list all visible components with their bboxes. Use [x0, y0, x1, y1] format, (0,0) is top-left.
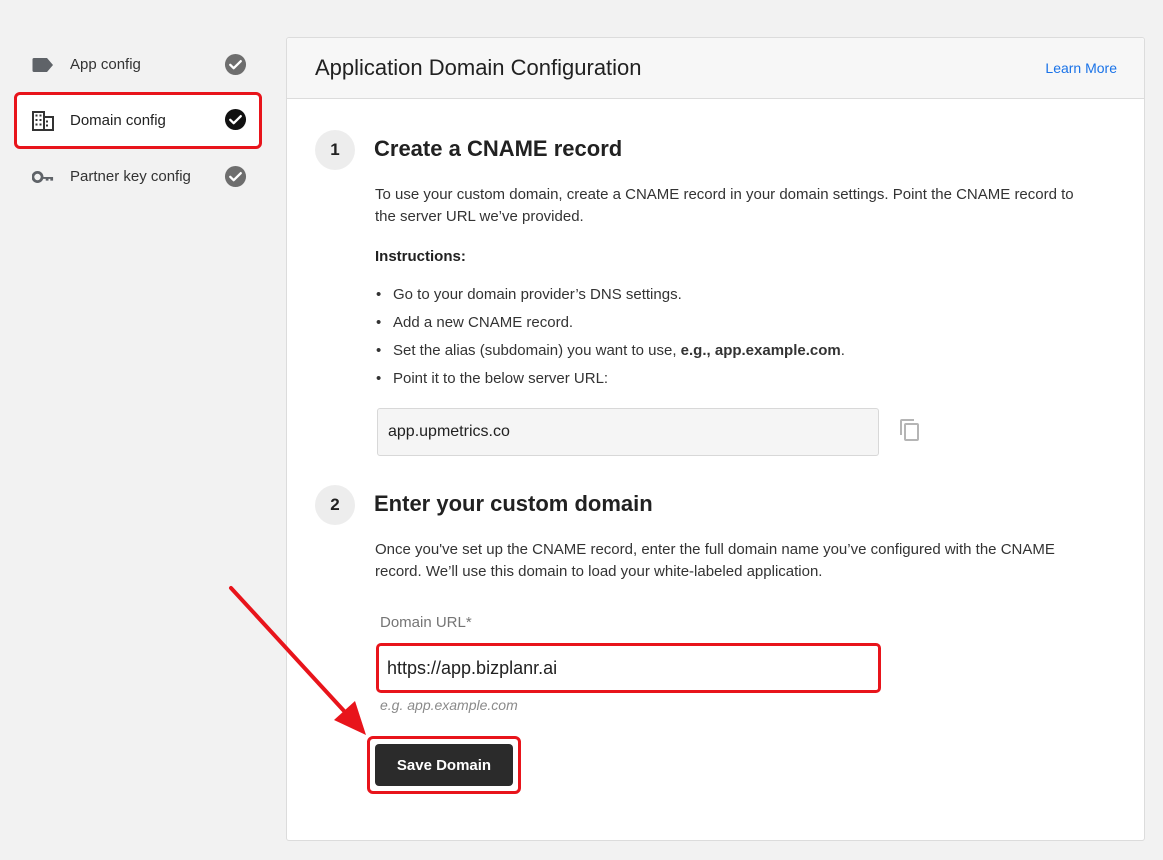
list-item-text: .: [840, 342, 845, 359]
domain-url-field-wrapper: [376, 643, 881, 693]
save-button-highlight: Save Domain: [367, 736, 521, 794]
domain-url-hint: e.g. app.example.com: [380, 697, 518, 713]
example-domain: e.g., app.example.com: [680, 342, 841, 359]
learn-more-link[interactable]: Learn More: [1045, 60, 1117, 76]
list-item-text: Set the alias (subdomain) you want to us…: [393, 342, 681, 359]
server-url-field: app.upmetrics.co: [377, 408, 879, 456]
check-circle-icon: [224, 165, 247, 188]
sidebar-item-domain-config[interactable]: Domain config: [14, 92, 262, 149]
list-item: Set the alias (subdomain) you want to us…: [375, 340, 845, 368]
list-item: Add a new CNAME record.: [375, 312, 845, 340]
step-2-description: Once you've set up the CNAME record, ent…: [375, 541, 1055, 580]
step-title: Enter your custom domain: [374, 491, 653, 516]
save-domain-button[interactable]: Save Domain: [375, 744, 513, 786]
sidebar-item-app-config[interactable]: App config: [14, 37, 262, 92]
label-tag-icon: [32, 54, 54, 76]
instructions-list: Go to your domain provider’s DNS setting…: [375, 284, 845, 396]
sidebar: App config Domain config Partner key con…: [14, 37, 262, 204]
card-header: Application Domain Configuration Learn M…: [287, 38, 1144, 99]
check-circle-icon: [224, 53, 247, 76]
step-1-description: To use your custom domain, create a CNAM…: [375, 186, 1074, 225]
list-item: Go to your domain provider’s DNS setting…: [375, 284, 845, 312]
sidebar-item-label: Partner key config: [70, 168, 191, 185]
list-item: Point it to the below server URL:: [375, 368, 845, 396]
check-circle-icon: [224, 108, 247, 131]
domain-config-card: Application Domain Configuration Learn M…: [286, 37, 1145, 841]
sidebar-item-label: Domain config: [70, 112, 166, 129]
key-icon: [32, 166, 54, 188]
page-title: Application Domain Configuration: [315, 55, 642, 80]
step-number-badge: 2: [315, 485, 355, 525]
domain-url-label: Domain URL*: [380, 614, 472, 631]
sidebar-item-label: App config: [70, 56, 141, 73]
domain-url-input[interactable]: [379, 646, 878, 690]
instructions-heading: Instructions:: [375, 248, 466, 265]
step-title: Create a CNAME record: [374, 136, 623, 161]
sidebar-item-partner-key-config[interactable]: Partner key config: [14, 149, 262, 204]
copy-icon[interactable]: [898, 418, 922, 442]
building-icon: [32, 110, 54, 132]
step-number-badge: 1: [315, 130, 355, 170]
